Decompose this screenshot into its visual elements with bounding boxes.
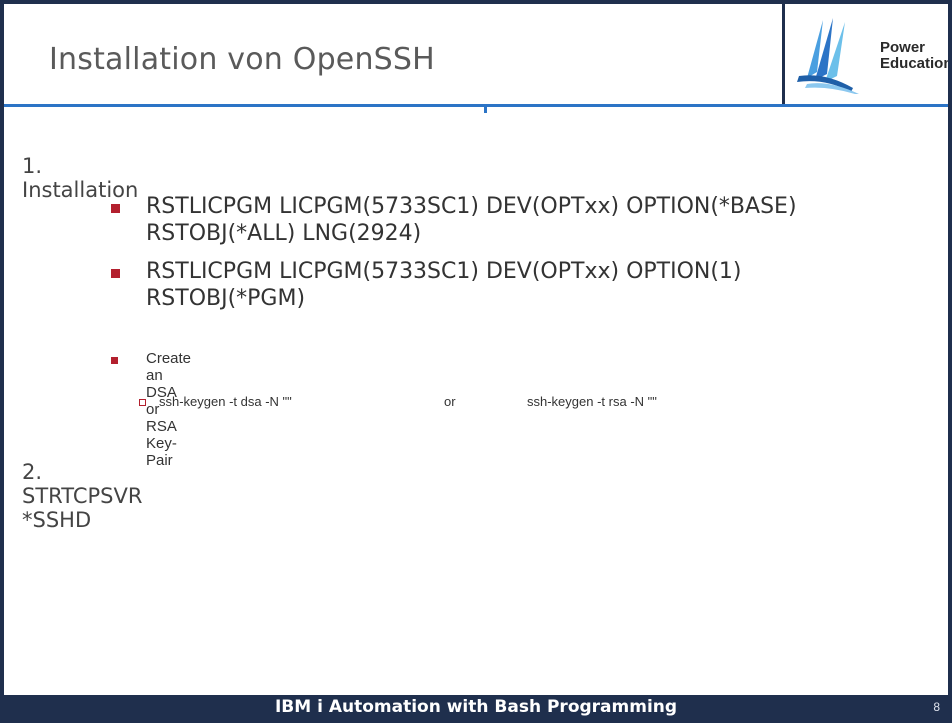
book-logo-icon xyxy=(797,18,859,94)
keygen-dsa-command: ssh-keygen -t dsa -N "" xyxy=(159,394,292,409)
logo-text-line2: Education xyxy=(880,55,948,72)
step-2-heading: 2. STRTCPSVR *SSHD xyxy=(22,460,143,532)
bullet-square-icon xyxy=(111,269,120,278)
step-1-heading: 1. Installation xyxy=(22,154,139,202)
slide-header: Installation von OpenSSH Power Education xyxy=(4,4,948,113)
bullet-item-2-line2: RSTOBJ(*PGM) xyxy=(146,286,306,311)
divider-marker xyxy=(484,106,487,113)
slide: Installation von OpenSSH Power Education… xyxy=(4,4,948,719)
bullet-square-icon xyxy=(111,204,120,213)
slide-title: Installation von OpenSSH xyxy=(49,42,435,77)
bullet-item-2-line1: RSTLICPGM LICPGM(5733SC1) DEV(OPTxx) OPT… xyxy=(146,259,742,284)
bullet-item-1-text: RSTLICPGM LICPGM(5733SC1) DEV(OPTxx) OPT… xyxy=(146,193,846,247)
bullet-item-1-line1: RSTLICPGM LICPGM(5733SC1) DEV(OPTxx) OPT… xyxy=(146,194,797,219)
hollow-square-bullet-icon xyxy=(139,399,146,406)
power-education-logo: Power Education xyxy=(782,4,948,104)
keygen-or-text: or xyxy=(444,394,456,409)
bullet-square-icon xyxy=(111,357,118,364)
keygen-rsa-command: ssh-keygen -t rsa -N "" xyxy=(527,394,657,409)
bullet-item-1-line2: RSTOBJ(*ALL) LNG(2924) xyxy=(146,221,422,246)
bullet-item-2-text: RSTLICPGM LICPGM(5733SC1) DEV(OPTxx) OPT… xyxy=(146,258,846,312)
header-divider xyxy=(4,104,948,107)
bullet-item-3-text: Create an DSA or RSA Key-Pair xyxy=(146,350,192,469)
logo-text: Power Education xyxy=(880,40,948,72)
footer-title: IBM i Automation with Bash Programming xyxy=(274,697,678,717)
page-number: 8 xyxy=(933,700,940,714)
logo-text-line1: Power xyxy=(880,39,926,56)
slide-footer: IBM i Automation with Bash Programming 8 xyxy=(4,695,948,719)
